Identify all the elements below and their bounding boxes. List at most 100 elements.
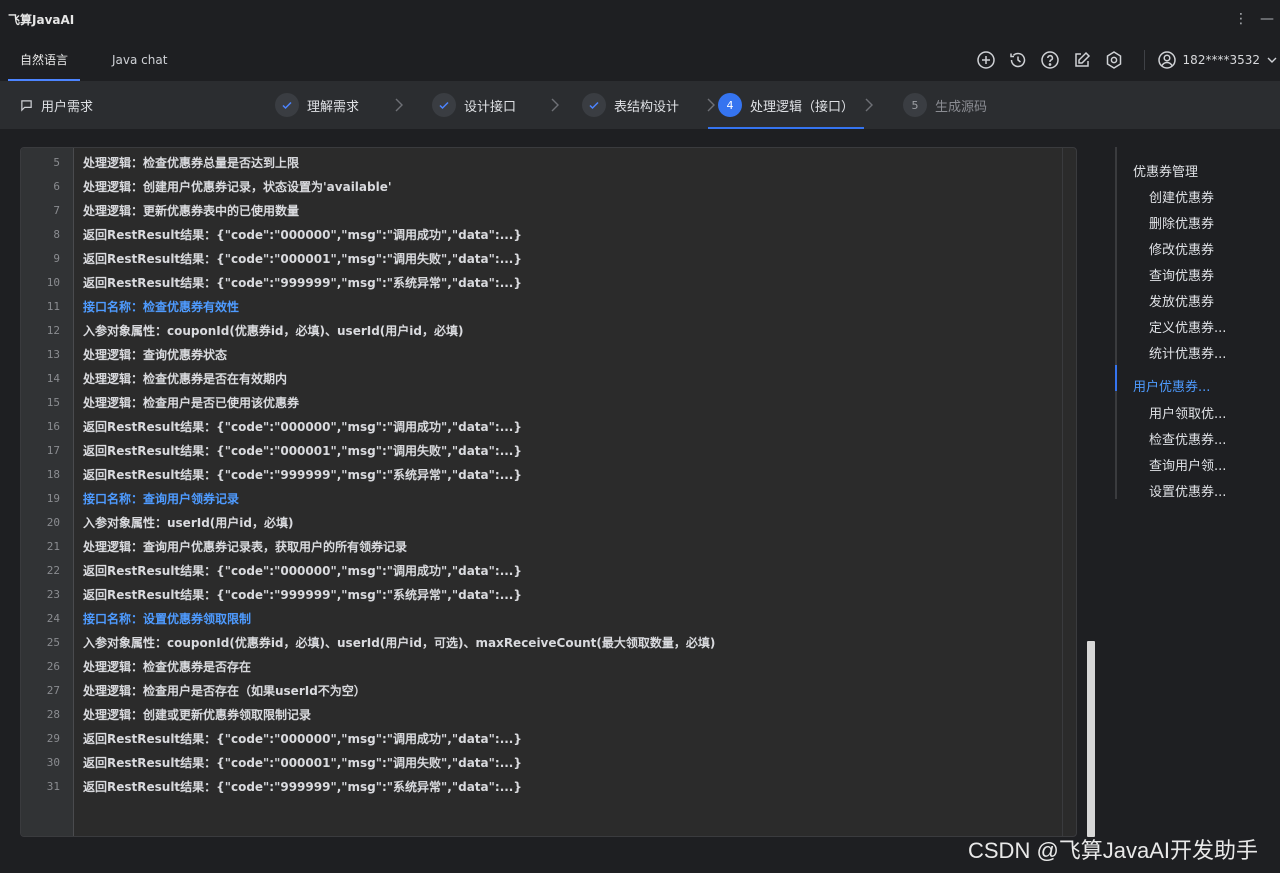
code-text: 处理逻辑：检查优惠券是否存在 (83, 659, 252, 674)
outline-item[interactable]: 发放优惠券 (1149, 291, 1214, 310)
outline-panel: 优惠券管理创建优惠券删除优惠券修改优惠券查询优惠券发放优惠券定义优惠券... 统计… (1115, 147, 1280, 500)
line-number: 8 (53, 227, 60, 241)
help-icon[interactable] (1039, 49, 1061, 71)
outline-active-marker (1115, 365, 1117, 391)
outline-item[interactable]: 创建优惠券 (1149, 187, 1214, 206)
code-line[interactable]: 13 处理逻辑：查询优惠券状态 (21, 342, 1061, 366)
line-number: 21 (46, 539, 60, 553)
code-line[interactable]: 9 返回RestResult结果：{"code":"000001","msg":"… (21, 246, 1061, 270)
code-line[interactable]: 16 返回RestResult结果：{"code":"000000","msg":… (21, 414, 1061, 438)
outline-item[interactable]: 用户领取优... (1149, 403, 1226, 422)
outline-item[interactable]: 检查优惠券... (1149, 429, 1226, 448)
code-line[interactable]: 31 返回RestResult结果：{"code":"999999","msg":… (21, 774, 1061, 798)
title-actions: ⋮ — (1234, 11, 1274, 27)
app-title: 飞算JavaAI (8, 12, 75, 27)
code-text: 返回RestResult结果：{"code":"999999","msg":"系… (83, 779, 522, 794)
line-number: 28 (46, 707, 60, 721)
code-line[interactable]: 25 入参对象属性：couponId(优惠券id，必填)、userId(用户id，… (21, 630, 1061, 654)
chevron-right-icon (395, 98, 403, 112)
watermark: CSDN @飞算JavaAI开发助手 (968, 838, 1259, 863)
line-number: 15 (46, 395, 60, 409)
code-line[interactable]: 24 接口名称：设置优惠券领取限制 (21, 606, 1061, 630)
code-line[interactable]: 15 处理逻辑：检查用户是否已使用该优惠券 (21, 390, 1061, 414)
outline-item[interactable]: 定义优惠券... (1149, 317, 1226, 336)
outline-group[interactable]: 用户优惠券... (1133, 376, 1210, 395)
code-line[interactable]: 11 接口名称：检查优惠券有效性 (21, 294, 1061, 318)
editor-scrollbar[interactable] (1087, 641, 1095, 837)
outline-item[interactable]: 设置优惠券... (1149, 481, 1226, 500)
code-line[interactable]: 27 处理逻辑：检查用户是否存在（如果userId不为空） (21, 678, 1061, 702)
code-line[interactable]: 30 返回RestResult结果：{"code":"000001","msg":… (21, 750, 1061, 774)
code-line[interactable]: 6 处理逻辑：创建用户优惠券记录，状态设置为'available' (21, 174, 1061, 198)
outline-item[interactable]: 查询用户领... (1149, 455, 1226, 474)
chevron-right-icon (865, 98, 873, 112)
code-text: 处理逻辑：查询用户优惠券记录表，获取用户的所有领券记录 (83, 539, 408, 554)
line-number: 24 (46, 611, 60, 625)
tab-label: 自然语言 (20, 53, 69, 67)
line-number: 10 (46, 275, 60, 289)
outline-group[interactable]: 优惠券管理 (1133, 161, 1198, 180)
line-number: 11 (46, 299, 60, 313)
outline-item[interactable]: 修改优惠券 (1149, 239, 1214, 258)
step-generate-source[interactable]: 5 生成源码 (903, 81, 987, 129)
code-line[interactable]: 5 处理逻辑：检查优惠券总量是否达到上限 (21, 150, 1061, 174)
step-design-interface[interactable]: 设计接口 (432, 81, 516, 129)
toolbar: 182****3532 (970, 38, 1280, 81)
line-number: 13 (46, 347, 60, 361)
more-options-icon[interactable]: ⋮ (1234, 11, 1248, 27)
code-text: 返回RestResult结果：{"code":"000000","msg":"调… (83, 563, 522, 578)
line-number: 9 (53, 251, 60, 265)
user-requirement-button[interactable]: 用户需求 (20, 81, 93, 129)
code-line[interactable]: 17 返回RestResult结果：{"code":"000001","msg":… (21, 438, 1061, 462)
line-number: 12 (46, 323, 60, 337)
code-editor[interactable]: 5 处理逻辑：检查优惠券总量是否达到上限 6 处理逻辑：创建用户优惠券记录，状态设置为… (20, 147, 1077, 837)
line-number: 29 (46, 731, 60, 745)
code-line[interactable]: 20 入参对象属性：userId(用户id，必填) (21, 510, 1061, 534)
code-line[interactable]: 8 返回RestResult结果：{"code":"000000","msg":"… (21, 222, 1061, 246)
chevron-down-icon (1267, 57, 1277, 63)
code-text: 返回RestResult结果：{"code":"999999","msg":"系… (83, 275, 522, 290)
code-line[interactable]: 12 入参对象属性：couponId(优惠券id，必填)、userId(用户id，… (21, 318, 1061, 342)
line-number: 23 (46, 587, 60, 601)
edit-icon[interactable] (1071, 49, 1093, 71)
code-line[interactable]: 14 处理逻辑：检查优惠券是否在有效期内 (21, 366, 1061, 390)
step-label: 处理逻辑（接口） (750, 99, 855, 115)
line-number: 6 (53, 179, 60, 193)
code-line[interactable]: 18 返回RestResult结果：{"code":"999999","msg":… (21, 462, 1061, 486)
user-menu[interactable]: 182****3532 (1157, 50, 1278, 70)
code-line[interactable]: 19 接口名称：查询用户领券记录 (21, 486, 1061, 510)
step-understand-requirement[interactable]: 理解需求 (275, 81, 359, 129)
code-line[interactable]: 23 返回RestResult结果：{"code":"999999","msg":… (21, 582, 1061, 606)
code-line[interactable]: 28 处理逻辑：创建或更新优惠券领取限制记录 (21, 702, 1061, 726)
step-label: 设计接口 (464, 99, 517, 115)
toolbar-divider (1143, 49, 1145, 70)
history-icon[interactable] (1007, 49, 1029, 71)
interface-name-line: 接口名称：检查优惠券有效性 (83, 299, 240, 314)
code-text: 返回RestResult结果：{"code":"000001","msg":"调… (83, 443, 522, 458)
line-number: 20 (46, 515, 60, 529)
step-label: 生成源码 (935, 99, 988, 115)
tab-java-chat[interactable]: Java chat (100, 38, 179, 81)
tab-natural-language[interactable]: 自然语言 (8, 38, 81, 81)
code-text: 返回RestResult结果：{"code":"000000","msg":"调… (83, 731, 522, 746)
code-line[interactable]: 21 处理逻辑：查询用户优惠券记录表，获取用户的所有领券记录 (21, 534, 1061, 558)
step-table-design[interactable]: 表结构设计 (582, 81, 679, 129)
step-label: 表结构设计 (614, 99, 680, 115)
code-line[interactable]: 22 返回RestResult结果：{"code":"000000","msg":… (21, 558, 1061, 582)
code-line[interactable]: 29 返回RestResult结果：{"code":"000000","msg":… (21, 726, 1061, 750)
outline-item[interactable]: 查询优惠券 (1149, 265, 1214, 284)
settings-icon[interactable] (1103, 49, 1125, 71)
outline-item[interactable]: 删除优惠券 (1149, 213, 1214, 232)
minimize-icon[interactable]: — (1260, 11, 1274, 27)
code-line[interactable]: 26 处理逻辑：检查优惠券是否存在 (21, 654, 1061, 678)
code-text: 处理逻辑：检查优惠券是否在有效期内 (83, 371, 288, 386)
code-line[interactable]: 7 处理逻辑：更新优惠券表中的已使用数量 (21, 198, 1061, 222)
line-number: 26 (46, 659, 60, 673)
outline-item[interactable]: 统计优惠券... (1149, 343, 1226, 362)
check-icon (432, 93, 456, 117)
code-line[interactable]: 10 返回RestResult结果：{"code":"999999","msg":… (21, 270, 1061, 294)
step-number: 5 (903, 93, 927, 117)
step-processing-logic[interactable]: 4 处理逻辑（接口） (707, 81, 865, 129)
check-icon (275, 93, 299, 117)
add-icon[interactable] (975, 49, 997, 71)
